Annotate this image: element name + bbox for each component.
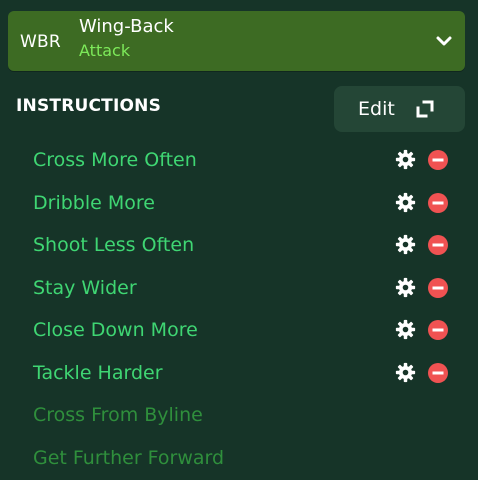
player-instructions-panel: WBR Wing-Back Attack INSTRUCTIONS Edit C… xyxy=(0,0,478,480)
remove-icon[interactable] xyxy=(428,278,448,298)
gear-icon[interactable] xyxy=(395,192,416,213)
remove-icon[interactable] xyxy=(428,363,448,383)
gear-icon[interactable] xyxy=(395,234,416,255)
instruction-item[interactable]: Close Down More xyxy=(33,318,198,342)
instruction-item[interactable]: Get Further Forward xyxy=(33,446,224,470)
remove-icon[interactable] xyxy=(428,235,448,255)
instruction-item[interactable]: Shoot Less Often xyxy=(33,233,194,257)
instruction-item[interactable]: Stay Wider xyxy=(33,276,137,300)
role-selector[interactable]: WBR Wing-Back Attack xyxy=(8,11,465,71)
remove-icon[interactable] xyxy=(428,150,448,170)
gear-icon[interactable] xyxy=(395,362,416,383)
instructions-heading: INSTRUCTIONS xyxy=(16,96,162,116)
expand-icon xyxy=(416,100,434,118)
edit-button-label: Edit xyxy=(358,98,395,120)
role-abbreviation: WBR xyxy=(20,32,61,52)
gear-icon[interactable] xyxy=(395,319,416,340)
chevron-down-icon[interactable] xyxy=(435,33,453,49)
instruction-item[interactable]: Cross More Often xyxy=(33,148,197,172)
edit-button[interactable]: Edit xyxy=(334,86,465,132)
instruction-item[interactable]: Cross From Byline xyxy=(33,403,203,427)
remove-icon[interactable] xyxy=(428,193,448,213)
role-duty: Attack xyxy=(79,41,131,60)
instruction-item[interactable]: Tackle Harder xyxy=(33,361,163,385)
gear-icon[interactable] xyxy=(395,277,416,298)
gear-icon[interactable] xyxy=(395,149,416,170)
role-name: Wing-Back xyxy=(79,16,174,37)
instruction-item[interactable]: Dribble More xyxy=(33,191,155,215)
remove-icon[interactable] xyxy=(428,320,448,340)
